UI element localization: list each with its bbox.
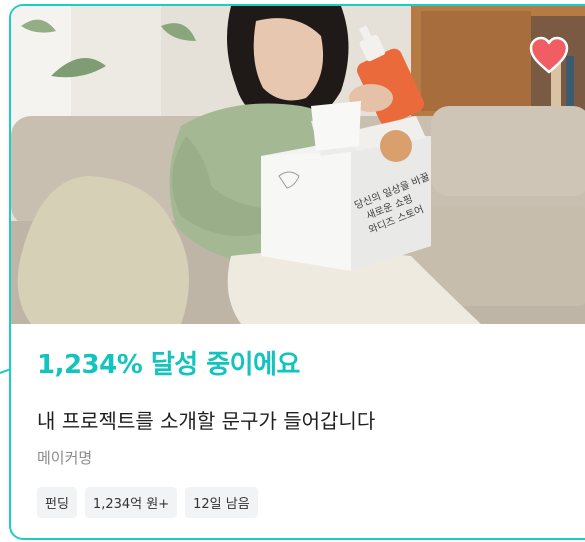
tag-list: 펀딩 1,234억 원+ 12일 남음	[37, 487, 258, 518]
heart-icon[interactable]	[529, 36, 569, 74]
achievement-rate: 1,234% 달성 중이에요	[37, 350, 300, 380]
thumbnail-photo: 당신의 일상을 바꿀 새로운 쇼핑 와디즈 스토어	[11, 6, 585, 324]
maker-name[interactable]: 메이커명	[37, 447, 92, 468]
tag-funding: 펀딩	[37, 487, 77, 518]
tag-amount: 1,234억 원+	[84, 487, 178, 518]
project-thumbnail[interactable]: 당신의 일상을 바꿀 새로운 쇼핑 와디즈 스토어	[11, 6, 585, 324]
project-title[interactable]: 내 프로젝트를 소개할 문구가 들어갑니다	[37, 405, 375, 434]
tag-days-left: 12일 남음	[185, 487, 258, 518]
project-card[interactable]: 당신의 일상을 바꿀 새로운 쇼핑 와디즈 스토어 1,234% 달성 중이에요…	[9, 4, 585, 540]
